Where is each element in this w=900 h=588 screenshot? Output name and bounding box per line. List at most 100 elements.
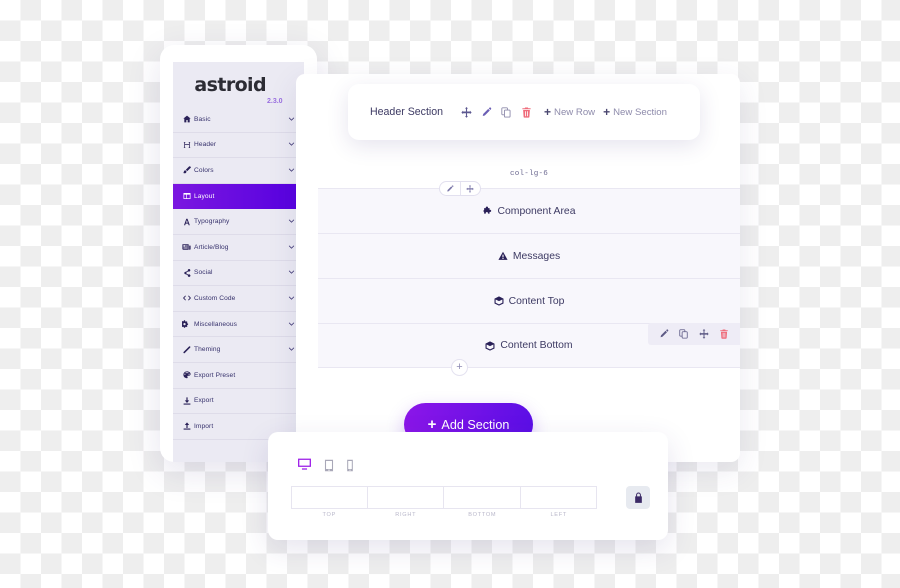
decorative-dot: [423, 47, 428, 52]
new-row-label: New Row: [554, 106, 596, 118]
decorative-dot: [505, 47, 510, 52]
add-section-label: Add Section: [441, 417, 510, 432]
sidebar-item-export[interactable]: Export: [173, 389, 304, 415]
move-icon[interactable]: [456, 106, 476, 118]
device-switcher: [297, 457, 354, 472]
spacing-input-right[interactable]: [367, 486, 444, 509]
layout-row-label: Content Top: [508, 295, 565, 307]
chevron-down-icon: [287, 167, 295, 174]
sidebar-item-label: Article/Blog: [194, 243, 229, 251]
sidebar-item-custom-code[interactable]: Custom Code: [173, 286, 304, 312]
sidebar-item-label: Miscellaneous: [194, 320, 238, 328]
layout-row[interactable]: Messages: [318, 233, 740, 278]
brand-logo: astroid 2.3.0: [173, 62, 304, 107]
plus-icon: +: [603, 105, 611, 119]
tablet-icon[interactable]: [323, 459, 335, 472]
spacing-label: TOP: [322, 512, 336, 518]
decorative-dot: [587, 47, 592, 52]
chevron-down-icon: [287, 269, 295, 276]
spacing-field-top: TOP: [291, 486, 368, 518]
sidebar-item-typography[interactable]: Typography: [173, 209, 304, 235]
sidebar-item-label: Header: [194, 141, 217, 149]
chevron-down-icon: [287, 116, 295, 123]
sidebar-item-label: Layout: [194, 192, 215, 200]
spacing-field-bottom: BOTTOM: [444, 486, 521, 518]
settings-sidebar: astroid 2.3.0 Basic Header Colors Layout Typo…: [160, 45, 317, 462]
sidebar-item-export-preset[interactable]: Export Preset: [173, 363, 304, 389]
column-edit-button[interactable]: [440, 182, 460, 195]
magic-wand-icon: [181, 345, 192, 354]
spacing-field-left: LEFT: [520, 486, 597, 518]
sidebar-item-layout[interactable]: Layout: [173, 183, 304, 210]
newspaper-icon: [181, 243, 192, 251]
spacing-input-bottom[interactable]: [444, 486, 521, 509]
row-hover-toolbar: [648, 323, 740, 345]
logo-text: astroid: [194, 73, 266, 96]
trash-icon[interactable]: [714, 329, 734, 339]
mobile-icon[interactable]: [346, 459, 354, 472]
warning-icon: [498, 251, 508, 261]
sidebar-inner: astroid 2.3.0 Basic Header Colors Layout Typo…: [173, 62, 304, 462]
sidebar-item-label: Typography: [194, 218, 230, 226]
header-section-toolbar: Header Section + New Row + New Section: [348, 84, 700, 140]
brush-icon: [181, 166, 192, 174]
layout-row-label: Messages: [512, 250, 561, 262]
layout-row-label: Content Bottom: [500, 340, 573, 351]
layout-row[interactable]: Content Bottom: [318, 323, 740, 368]
header-section-title: Header Section: [370, 106, 444, 118]
column-tool-pill: [439, 181, 481, 196]
sidebar-item-label: Export Preset: [194, 371, 236, 379]
sidebar-item-label: Basic: [194, 115, 211, 123]
code-icon: [181, 294, 192, 302]
sidebar-item-theming[interactable]: Theming: [173, 337, 304, 363]
desktop-icon[interactable]: [297, 457, 312, 472]
sidebar-item-label: Colors: [194, 166, 214, 174]
heading-icon: [181, 141, 192, 149]
spacing-label: LEFT: [550, 512, 567, 518]
chevron-down-icon: [287, 244, 295, 251]
spacing-panel: TOP RIGHT BOTTOM LEFT: [268, 432, 668, 540]
sidebar-item-label: Custom Code: [194, 294, 236, 302]
move-icon[interactable]: [694, 329, 714, 339]
spacing-input-top[interactable]: [291, 486, 368, 509]
chevron-down-icon: [287, 321, 295, 328]
chevron-down-icon: [287, 218, 295, 225]
add-row-button[interactable]: +: [451, 359, 468, 376]
download-icon: [181, 397, 192, 405]
copy-icon[interactable]: [674, 329, 694, 339]
edit-icon[interactable]: [654, 329, 674, 339]
spacing-field-right: RIGHT: [367, 486, 444, 518]
share-icon: [181, 268, 192, 277]
spacing-inputs: TOP RIGHT BOTTOM LEFT: [291, 486, 597, 518]
layout-row[interactable]: Content Top: [318, 278, 740, 323]
column-class-label: col-lg-6: [509, 170, 549, 178]
sidebar-item-label: Theming: [194, 346, 221, 354]
new-section-button[interactable]: + New Section: [603, 106, 667, 118]
sidebar-item-label: Social: [194, 269, 213, 277]
sidebar-item-article-blog[interactable]: Article/Blog: [173, 235, 304, 261]
trash-icon[interactable]: [516, 107, 536, 118]
plus-icon: +: [427, 416, 437, 433]
spacing-input-left[interactable]: [520, 486, 597, 509]
palette-icon: [181, 371, 192, 379]
cogs-icon: [181, 320, 192, 328]
chevron-down-icon: [287, 346, 295, 353]
spacing-label: RIGHT: [395, 512, 417, 518]
sidebar-item-basic[interactable]: Basic: [173, 107, 304, 133]
sidebar-item-header[interactable]: Header: [173, 133, 304, 159]
font-icon: [181, 218, 192, 226]
sidebar-item-miscellaneous[interactable]: Miscellaneous: [173, 312, 304, 338]
cube-icon: [485, 340, 495, 351]
lock-icon[interactable]: [626, 486, 650, 509]
sidebar-item-colors[interactable]: Colors: [173, 158, 304, 184]
puzzle-icon: [483, 206, 493, 216]
decorative-dot: [627, 47, 632, 52]
edit-icon[interactable]: [476, 106, 496, 118]
new-row-button[interactable]: + New Row: [544, 106, 595, 118]
layout-row[interactable]: Component Area: [318, 188, 740, 233]
spacing-label: BOTTOM: [468, 512, 497, 518]
home-icon: [181, 115, 192, 123]
column-move-button[interactable]: [460, 182, 480, 195]
sidebar-item-social[interactable]: Social: [173, 261, 304, 287]
copy-icon[interactable]: [496, 106, 516, 118]
